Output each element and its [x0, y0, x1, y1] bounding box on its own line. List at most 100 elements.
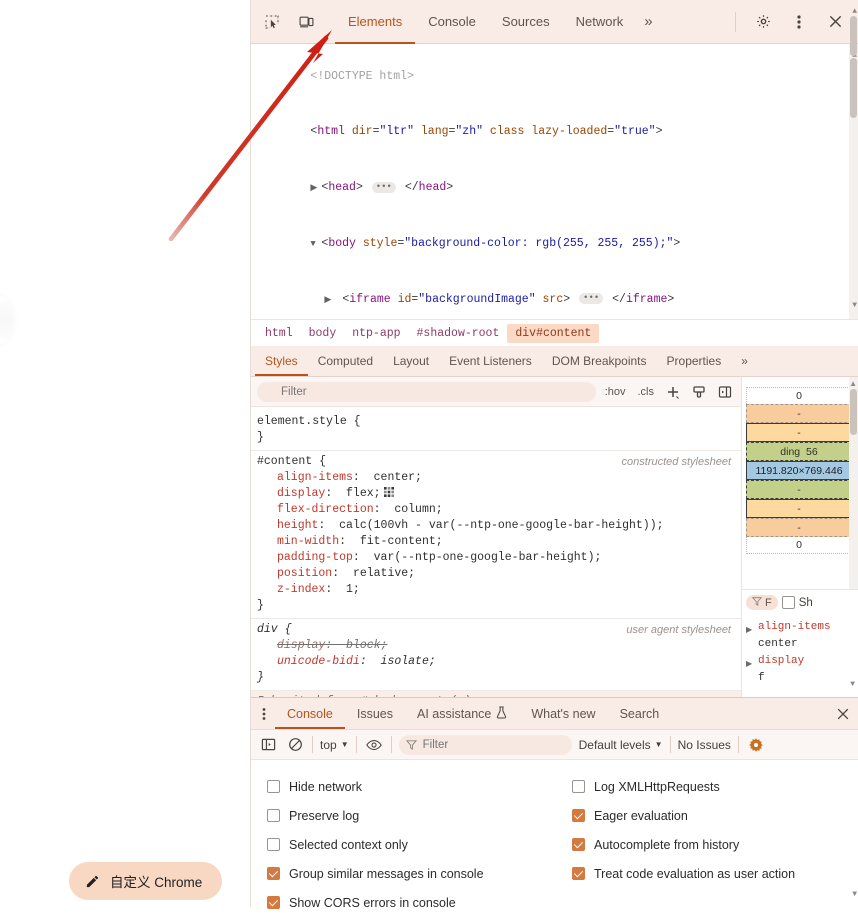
paintbrush-icon[interactable]	[689, 382, 709, 402]
declaration[interactable]: display: block;	[257, 638, 733, 654]
drawer-more-options-icon[interactable]	[253, 698, 275, 729]
expand-triangle-icon[interactable]: ▶	[746, 656, 752, 673]
close-icon[interactable]	[820, 7, 850, 37]
declaration-value[interactable]: center;	[374, 471, 422, 484]
box-model-border[interactable]: -	[746, 423, 852, 442]
dom-tree-panel[interactable]: <!DOCTYPE html> <html dir="ltr" lang="zh…	[251, 44, 858, 319]
declaration[interactable]: unicode-bidi: isolate;	[257, 654, 733, 670]
box-model-border-bottom[interactable]: -	[746, 499, 852, 518]
declaration[interactable]: position: relative;	[257, 566, 733, 582]
rule-inherited-header[interactable]: Inherited from #shadow-root (…)	[251, 691, 741, 697]
declaration[interactable]: display: flex;	[257, 486, 733, 502]
declaration-value[interactable]: fit-content;	[360, 535, 443, 548]
expand-triangle-icon[interactable]: ▶	[324, 291, 335, 310]
setting-selected-context-only[interactable]: Selected context only	[267, 830, 572, 859]
computed-filter-pill[interactable]: F	[746, 595, 778, 610]
scroll-up-arrow-icon[interactable]: ▲	[849, 379, 857, 388]
box-model-padding-bottom[interactable]: -	[746, 480, 852, 499]
computed-property-name[interactable]: ▶align-items	[744, 619, 856, 636]
more-options-icon[interactable]	[784, 7, 814, 37]
checkbox[interactable]	[572, 838, 585, 851]
rule-selector[interactable]: element.style {	[257, 414, 733, 430]
ellipsis-icon[interactable]: •••	[372, 182, 396, 193]
declaration-value[interactable]: isolate;	[381, 655, 436, 668]
inspect-element-icon[interactable]	[257, 7, 287, 37]
breadcrumb-item-shadow-root[interactable]: #shadow-root	[409, 324, 508, 343]
tab-properties[interactable]: Properties	[657, 346, 732, 376]
declaration-value[interactable]: var(--ntp-one-google-bar-height);	[374, 551, 602, 564]
checkbox[interactable]	[572, 809, 585, 822]
checkbox[interactable]	[572, 867, 585, 880]
declaration-property[interactable]: z-index	[277, 583, 325, 596]
expand-triangle-icon[interactable]: ▶	[310, 179, 321, 198]
declaration[interactable]: min-width: fit-content;	[257, 534, 733, 550]
more-styles-tabs-icon[interactable]: »	[731, 346, 758, 376]
setting-treat-code-evaluation-as-user-action[interactable]: Treat code evaluation as user action	[572, 859, 842, 888]
declaration[interactable]: z-index: 1;	[257, 582, 733, 598]
rule-origin[interactable]: user agent stylesheet	[626, 622, 731, 638]
tab-sources[interactable]: Sources	[489, 0, 563, 44]
declaration-value[interactable]: relative;	[353, 567, 415, 580]
breadcrumb-item-div-content[interactable]: div#content	[507, 324, 599, 343]
declaration[interactable]: flex-direction: column;	[257, 502, 733, 518]
drawer-tab-issues[interactable]: Issues	[345, 698, 405, 729]
declaration[interactable]: height: calc(100vh - var(--ntp-one-googl…	[257, 518, 733, 534]
setting-log-xmlhttprequests[interactable]: Log XMLHttpRequests	[572, 772, 842, 801]
device-toolbar-icon[interactable]	[291, 7, 321, 37]
no-issues-button[interactable]: No Issues	[678, 738, 731, 752]
box-model-content-size[interactable]: 1191.820×769.446	[746, 461, 852, 480]
flex-grid-icon[interactable]	[384, 487, 394, 497]
breadcrumb-item-body[interactable]: body	[301, 324, 345, 343]
dom-line-head[interactable]: ▶<head> ••• </head>	[251, 161, 858, 217]
tab-layout[interactable]: Layout	[383, 346, 439, 376]
box-model-diagram[interactable]: 0 - - ding 56 1191.820×769.446 - - - 0 ▲	[742, 377, 858, 589]
checkbox[interactable]	[267, 896, 280, 909]
tab-dom-breakpoints[interactable]: DOM Breakpoints	[542, 346, 657, 376]
declaration-property[interactable]: position	[277, 567, 332, 580]
scroll-down-arrow-icon[interactable]: ▼	[850, 676, 855, 693]
dom-line-doctype[interactable]: <!DOCTYPE html>	[251, 49, 858, 105]
tab-event-listeners[interactable]: Event Listeners	[439, 346, 542, 376]
scrollbar-thumb[interactable]	[850, 389, 857, 435]
drawer-tab-ai-assistance[interactable]: AI assistance	[405, 698, 519, 729]
collapse-triangle-icon[interactable]: ▼	[310, 235, 321, 254]
rule-origin[interactable]: constructed stylesheet	[622, 454, 731, 470]
breadcrumb-item-html[interactable]: html	[257, 324, 301, 343]
setting-autocomplete-from-history[interactable]: Autocomplete from history	[572, 830, 842, 859]
declaration[interactable]: padding-top: var(--ntp-one-google-bar-he…	[257, 550, 733, 566]
drawer-tab-search[interactable]: Search	[608, 698, 672, 729]
checkbox[interactable]	[267, 809, 280, 822]
sidebar-scrollbar[interactable]: ▲	[849, 377, 858, 589]
styles-filter-input[interactable]	[257, 382, 596, 402]
more-panels-icon[interactable]: »	[636, 0, 660, 44]
dom-line-iframe[interactable]: ▶ <iframe id="backgroundImage" src> ••• …	[251, 272, 858, 319]
tab-network[interactable]: Network	[563, 0, 637, 44]
clear-console-icon[interactable]	[285, 735, 305, 755]
setting-eager-evaluation[interactable]: Eager evaluation	[572, 801, 842, 830]
checkbox[interactable]	[267, 867, 280, 880]
box-model-margin-bottom[interactable]: -	[746, 518, 852, 537]
declaration-property[interactable]: min-width	[277, 535, 339, 548]
drawer-tab-console[interactable]: Console	[275, 698, 345, 729]
console-settings-gear-icon[interactable]	[746, 735, 766, 755]
console-filter-input[interactable]	[399, 735, 572, 755]
toggle-sidebar-icon[interactable]	[715, 382, 735, 402]
rule-element-style[interactable]: element.style { }	[251, 411, 741, 451]
setting-group-similar-messages[interactable]: Group similar messages in console	[267, 859, 572, 888]
computed-properties-list[interactable]: ▶align-items center ▶display f ▼	[742, 615, 858, 697]
declaration-property[interactable]: flex-direction	[277, 503, 374, 516]
console-sidebar-icon[interactable]	[258, 735, 278, 755]
computed-property-name[interactable]: ▶display	[744, 653, 856, 670]
checkbox[interactable]	[267, 838, 280, 851]
css-rules-list[interactable]: element.style { } constructed stylesheet…	[251, 407, 741, 697]
dom-line-body[interactable]: ▼<body style="background-color: rgb(255,…	[251, 216, 858, 272]
setting-show-cors-errors[interactable]: Show CORS errors in console	[267, 888, 572, 917]
execution-context-selector[interactable]: top ▼	[320, 738, 349, 752]
ellipsis-icon[interactable]: •••	[579, 293, 603, 304]
tab-styles[interactable]: Styles	[255, 346, 308, 376]
checkbox[interactable]	[572, 780, 585, 793]
tab-elements[interactable]: Elements	[335, 0, 415, 44]
rule-content[interactable]: constructed stylesheet #content { align-…	[251, 451, 741, 619]
customize-chrome-button[interactable]: 自定义 Chrome	[69, 862, 222, 900]
declaration-value[interactable]: calc(100vh - var(--ntp-one-google-bar-he…	[339, 519, 663, 532]
